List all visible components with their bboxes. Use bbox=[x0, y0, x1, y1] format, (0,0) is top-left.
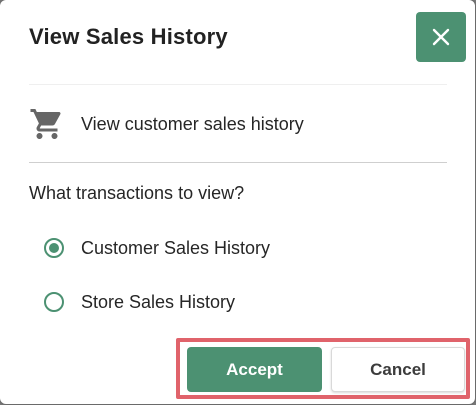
radio-option-store-sales-history[interactable]: Store Sales History bbox=[44, 289, 235, 315]
radio-button-selected[interactable] bbox=[44, 238, 64, 258]
radio-label-customer: Customer Sales History bbox=[81, 237, 271, 258]
view-sales-history-dialog: View Sales History View customer sales h… bbox=[0, 0, 475, 404]
dialog-header: View Sales History bbox=[0, 0, 475, 84]
close-button[interactable] bbox=[416, 12, 466, 62]
radio-label-store: Store Sales History bbox=[81, 291, 236, 312]
question-label: What transactions to view? bbox=[29, 183, 245, 203]
close-icon bbox=[432, 28, 450, 46]
radio-button-unselected[interactable] bbox=[44, 292, 64, 312]
info-row: View customer sales history bbox=[29, 104, 304, 144]
section-divider bbox=[29, 162, 447, 163]
shopping-cart-icon bbox=[30, 109, 61, 139]
radio-option-customer-sales-history[interactable]: Customer Sales History bbox=[44, 235, 270, 261]
radio-dot bbox=[49, 243, 59, 253]
dialog-title: View Sales History bbox=[29, 24, 228, 49]
cancel-button[interactable]: Cancel bbox=[331, 347, 465, 392]
header-divider bbox=[29, 84, 447, 85]
accept-button[interactable]: Accept bbox=[187, 347, 322, 392]
info-text: View customer sales history bbox=[81, 113, 304, 134]
